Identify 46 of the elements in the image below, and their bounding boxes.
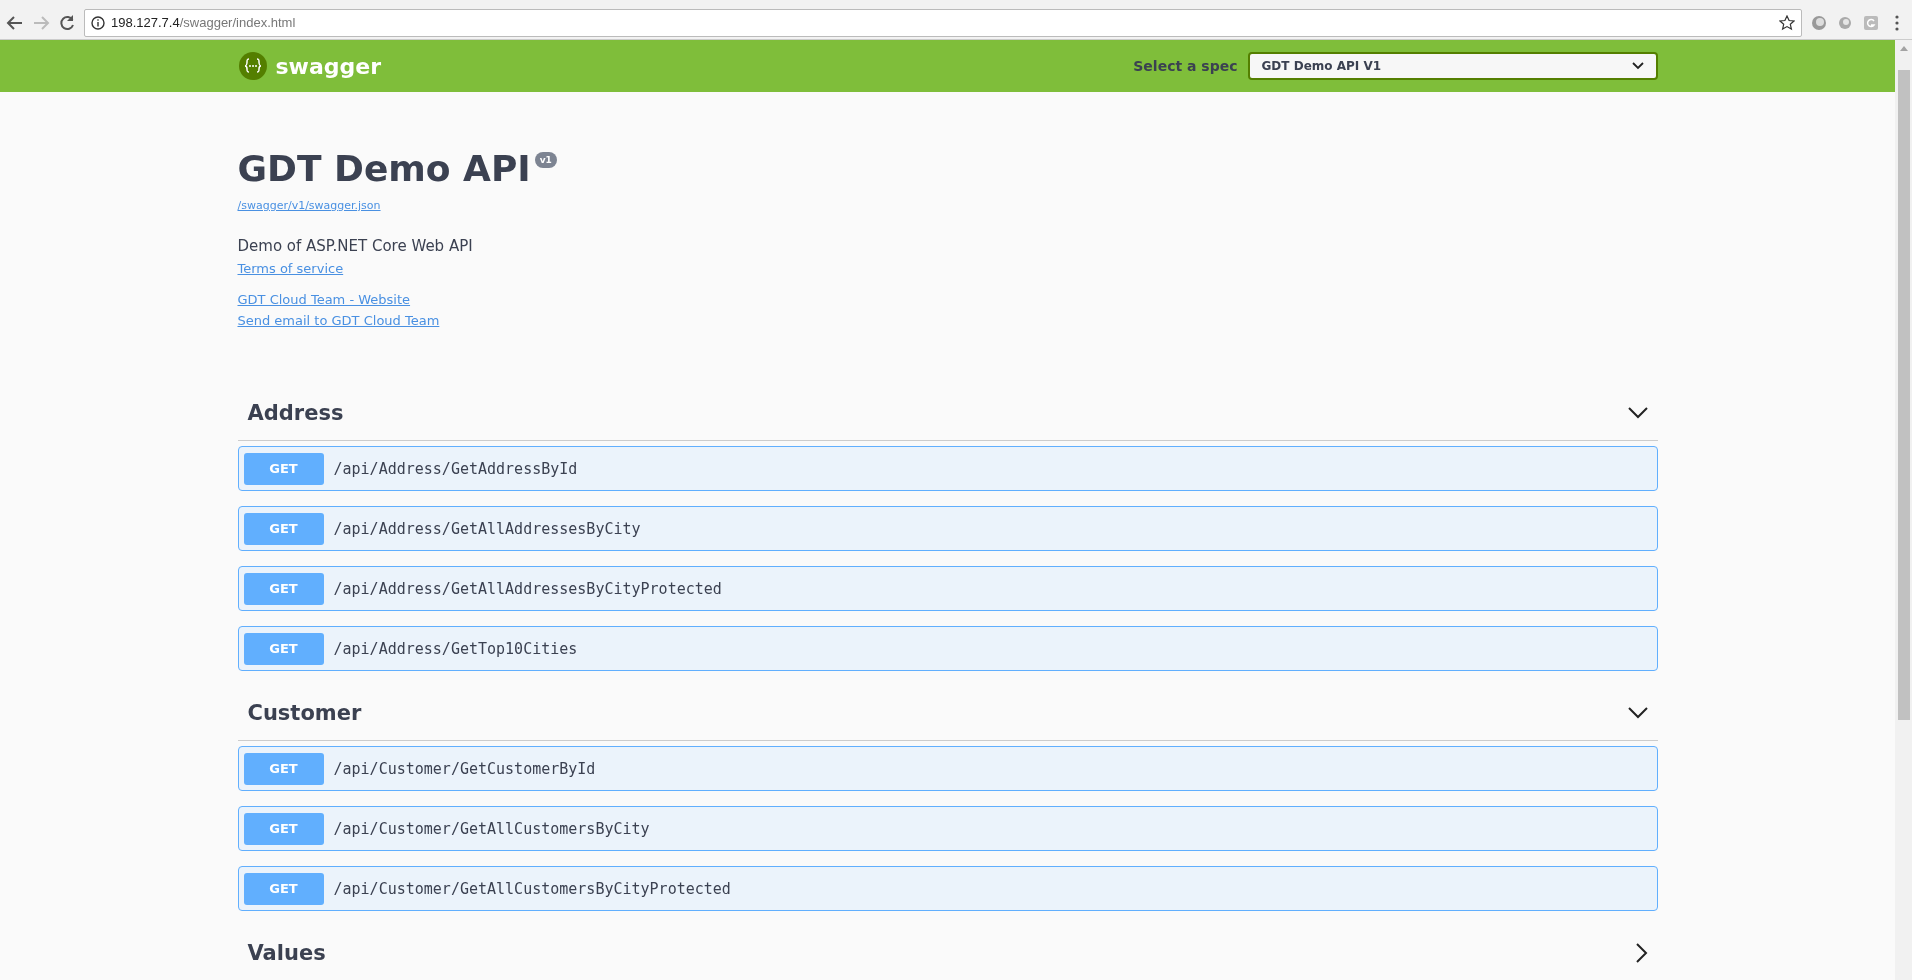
section-header[interactable]: Customer	[237, 686, 1658, 741]
endpoint-path: /api/Address/GetAddressById	[333, 459, 578, 478]
endpoint-row[interactable]: GET /api/Customer/GetAllCustomersByCityProtected	[237, 866, 1658, 911]
method-badge: GET	[243, 632, 324, 665]
address-bar[interactable]: 198.127.7.4/swagger/index.html	[84, 8, 1802, 37]
forward-arrow-icon[interactable]	[32, 13, 50, 32]
endpoint-row[interactable]: GET /api/Address/GetTop10Cities	[237, 626, 1658, 671]
endpoint-path: /api/Address/GetAllAddressesByCity	[333, 519, 641, 538]
reload-icon[interactable]	[58, 13, 76, 32]
method-badge: GET	[243, 752, 324, 785]
endpoint-row[interactable]: GET /api/Address/GetAllAddressesByCity	[237, 506, 1658, 551]
endpoint-path: /api/Address/GetTop10Cities	[333, 639, 578, 658]
method-badge: GET	[243, 812, 324, 845]
method-badge: GET	[243, 452, 324, 485]
extension-icon[interactable]	[1862, 13, 1880, 32]
scroll-up-icon[interactable]	[1898, 44, 1909, 52]
method-badge: GET	[243, 872, 324, 905]
url-text: 198.127.7.4/swagger/index.html	[111, 15, 296, 30]
chevron-right-icon	[1635, 943, 1648, 963]
swagger-logo-icon	[237, 51, 268, 81]
endpoint-path: /api/Customer/GetCustomerById	[333, 759, 596, 778]
section-header[interactable]: Values	[237, 926, 1658, 980]
info-icon[interactable]	[91, 15, 105, 30]
spec-select[interactable]: GDT Demo API V1	[1247, 52, 1658, 80]
endpoint-path: /api/Customer/GetAllCustomersByCityProtected	[333, 879, 731, 898]
caret-icon	[1631, 62, 1644, 70]
brand-name: swagger	[275, 53, 382, 79]
back-arrow-icon[interactable]	[6, 13, 24, 32]
endpoint-row[interactable]: GET /api/Address/GetAddressById	[237, 446, 1658, 491]
version-badge: v1	[534, 152, 557, 168]
spec-label: Select a spec	[1133, 58, 1238, 74]
endpoint-row[interactable]: GET /api/Customer/GetCustomerById	[237, 746, 1658, 791]
chevron-down-icon	[1627, 407, 1648, 419]
api-description: Demo of ASP.NET Core Web API	[237, 237, 474, 255]
endpoint-path: /api/Customer/GetAllCustomersByCity	[333, 819, 650, 838]
endpoint-row[interactable]: GET /api/Address/GetAllAddressesByCityProtected	[237, 566, 1658, 611]
scrollbar-thumb[interactable]	[1897, 70, 1910, 720]
section-header[interactable]: Address	[237, 386, 1658, 441]
api-title: GDT Demo API	[237, 148, 531, 189]
method-badge: GET	[243, 512, 324, 545]
chevron-down-icon	[1627, 707, 1648, 719]
endpoint-row[interactable]: GET /api/Customer/GetAllCustomersByCity	[237, 806, 1658, 851]
endpoint-path: /api/Address/GetAllAddressesByCityProtected	[333, 579, 722, 598]
extension-icon[interactable]	[1810, 13, 1828, 32]
star-icon[interactable]	[1779, 14, 1795, 31]
method-badge: GET	[243, 572, 324, 605]
